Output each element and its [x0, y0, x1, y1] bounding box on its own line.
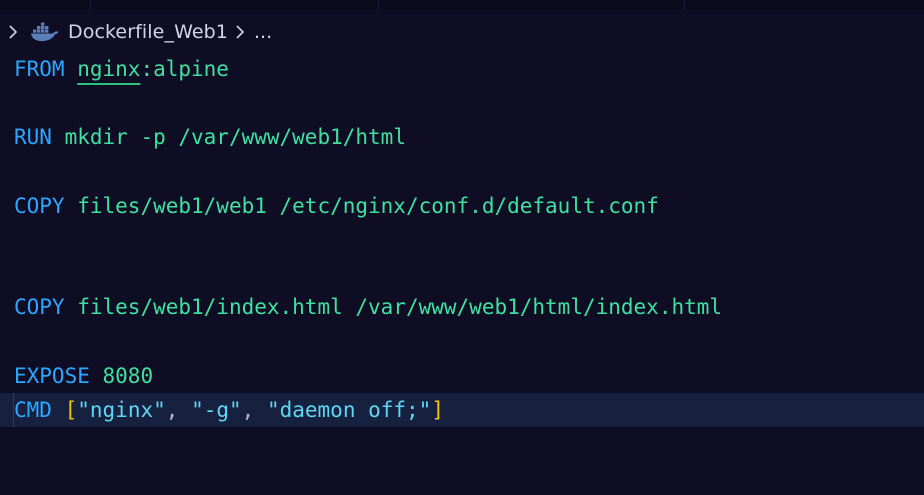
- keyword-from: FROM: [14, 57, 65, 81]
- keyword-copy: COPY: [14, 295, 65, 319]
- code-line-1[interactable]: FROM nginx:alpine: [0, 52, 924, 86]
- tab-bar-strip: [0, 0, 924, 10]
- code-line-11-current[interactable]: CMD ["nginx", "-g", "daemon off;"]: [0, 393, 924, 427]
- code-line-8[interactable]: COPY files/web1/index.html /var/www/web1…: [0, 290, 924, 324]
- breadcrumb-file[interactable]: Dockerfile_Web1: [68, 21, 228, 43]
- breadcrumb: Dockerfile_Web1 ...: [0, 18, 924, 46]
- chevron-right-icon: [228, 18, 252, 46]
- copy-args: files/web1/web1 /etc/nginx/conf.d/defaul…: [77, 194, 659, 218]
- code-editor[interactable]: FROM nginx:alpine RUN mkdir -p /var/www/…: [0, 52, 924, 475]
- run-args: mkdir -p /var/www/web1/html: [64, 125, 406, 149]
- image-tag: :alpine: [140, 57, 229, 81]
- tab-divider: [378, 0, 379, 10]
- separator: ,: [241, 398, 255, 422]
- keyword-cmd: CMD: [14, 398, 52, 422]
- tab-divider: [684, 0, 685, 10]
- cmd-arg: "daemon off;": [266, 398, 432, 422]
- breadcrumb-ellipsis[interactable]: ...: [254, 21, 272, 43]
- keyword-expose: EXPOSE: [14, 364, 90, 388]
- cmd-arg: "-g": [191, 398, 242, 422]
- close-bracket: ]: [431, 398, 444, 422]
- keyword-copy: COPY: [14, 194, 65, 218]
- cmd-arg: "nginx": [77, 398, 166, 422]
- code-line-10[interactable]: EXPOSE 8080: [0, 359, 924, 393]
- image-name[interactable]: nginx: [77, 57, 140, 81]
- expose-port: 8080: [102, 364, 154, 388]
- separator: ,: [165, 398, 179, 422]
- docker-icon: [30, 21, 60, 43]
- keyword-run: RUN: [14, 125, 52, 149]
- code-line-5[interactable]: COPY files/web1/web1 /etc/nginx/conf.d/d…: [0, 189, 924, 223]
- tab-divider: [90, 0, 91, 10]
- copy-args: files/web1/index.html /var/www/web1/html…: [77, 295, 723, 319]
- open-bracket: [: [64, 398, 78, 422]
- code-line-3[interactable]: RUN mkdir -p /var/www/web1/html: [0, 120, 924, 154]
- chevron-right-icon[interactable]: [2, 18, 24, 46]
